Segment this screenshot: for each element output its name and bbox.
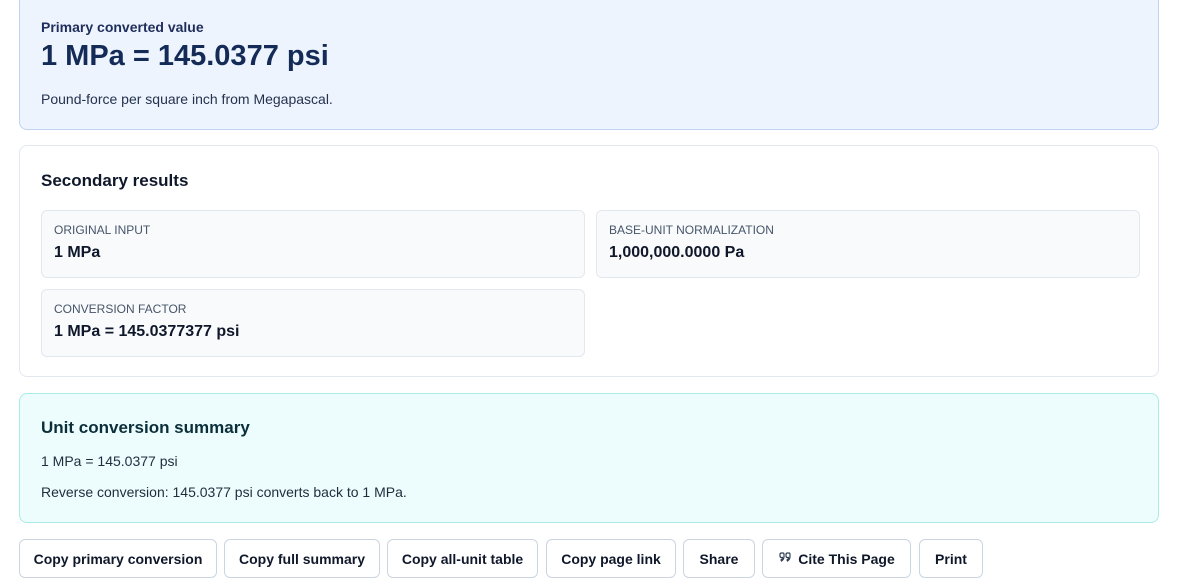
summary-line: 1 MPa = 145.0377 psi bbox=[41, 453, 178, 469]
copy-all-unit-table-button[interactable]: Copy all-unit table bbox=[387, 539, 538, 578]
copy-full-summary-button[interactable]: Copy full summary bbox=[224, 539, 380, 578]
secondary-results-title: Secondary results bbox=[41, 171, 189, 190]
result-value: 1,000,000.0000 Pa bbox=[609, 244, 745, 261]
reverse-conversion-line: Reverse conversion: 145.0377 psi convert… bbox=[41, 484, 407, 500]
result-label: ORIGINAL INPUT bbox=[54, 223, 151, 237]
conversion-factor-box: CONVERSION FACTOR 1 MPa = 145.0377377 ps… bbox=[41, 289, 585, 357]
result-label: CONVERSION FACTOR bbox=[54, 302, 187, 316]
cite-button-label: Cite This Page bbox=[798, 550, 895, 567]
result-value: 1 MPa = 145.0377377 psi bbox=[54, 323, 240, 340]
conversion-summary-card: Unit conversion summary 1 MPa = 145.0377… bbox=[19, 393, 1159, 523]
result-label: BASE-UNIT NORMALIZATION bbox=[609, 223, 774, 237]
summary-title: Unit conversion summary bbox=[41, 418, 250, 437]
original-input-box: ORIGINAL INPUT 1 MPa bbox=[41, 210, 585, 278]
quote-icon bbox=[778, 550, 792, 567]
primary-label: Primary converted value bbox=[41, 19, 204, 35]
copy-page-link-button[interactable]: Copy page link bbox=[546, 539, 676, 578]
copy-primary-conversion-button[interactable]: Copy primary conversion bbox=[19, 539, 217, 578]
primary-description: Pound-force per square inch from Megapas… bbox=[41, 91, 333, 107]
secondary-results-card: Secondary results ORIGINAL INPUT 1 MPa B… bbox=[19, 145, 1159, 377]
cite-this-page-button[interactable]: Cite This Page bbox=[762, 539, 911, 578]
primary-result-card: Primary converted value 1 MPa = 145.0377… bbox=[19, 0, 1159, 130]
base-unit-normalization-box: BASE-UNIT NORMALIZATION 1,000,000.0000 P… bbox=[596, 210, 1140, 278]
print-button[interactable]: Print bbox=[919, 539, 983, 578]
share-button[interactable]: Share bbox=[683, 539, 755, 578]
result-value: 1 MPa bbox=[54, 244, 101, 261]
primary-value: 1 MPa = 145.0377 psi bbox=[41, 40, 329, 72]
